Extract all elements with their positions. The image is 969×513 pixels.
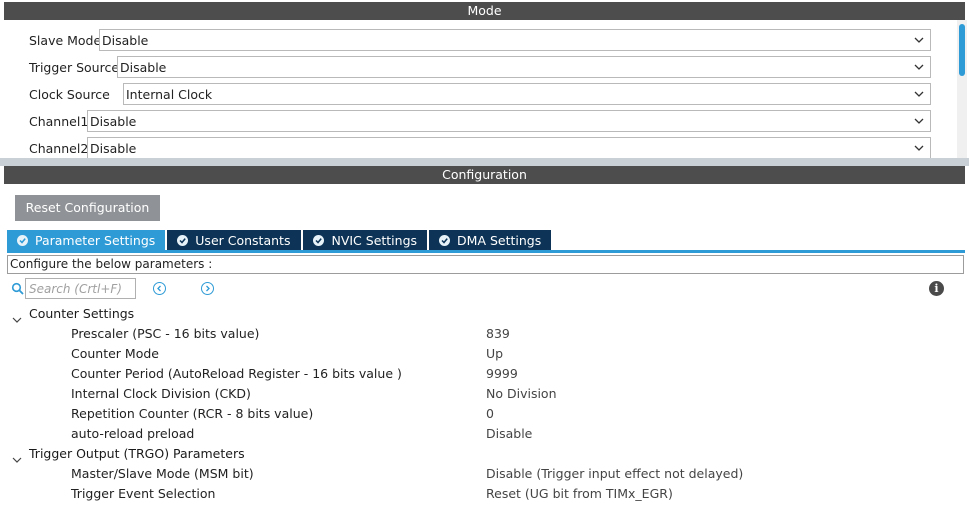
search-icon[interactable] <box>11 282 25 296</box>
tree-group-trigger-output[interactable]: Trigger Output (TRGO) Parameters <box>4 444 964 464</box>
chevron-down-icon[interactable] <box>12 450 22 463</box>
mode-row-slave-mode: Slave Mode <box>29 29 101 51</box>
arrow-right-circle-icon[interactable] <box>201 282 214 295</box>
mode-panel-title: Mode <box>4 2 965 20</box>
chevron-down-icon <box>914 144 924 152</box>
mode-scrollbar-thumb[interactable] <box>959 24 965 76</box>
reset-configuration-button[interactable]: Reset Configuration <box>15 195 160 221</box>
mode-panel: Slave Mode Disable Trigger Source Disabl… <box>4 20 957 158</box>
mode-row-channel2: Channel2 <box>29 137 88 158</box>
panel-splitter[interactable] <box>0 158 969 166</box>
slave-mode-value: Disable <box>102 32 149 48</box>
param-name: Prescaler (PSC - 16 bits value) <box>71 326 260 341</box>
param-row-repetition-counter[interactable]: Repetition Counter (RCR - 8 bits value) … <box>4 404 964 424</box>
tab-parameter-settings[interactable]: Parameter Settings <box>7 230 166 250</box>
group-label: Counter Settings <box>29 306 135 321</box>
info-icon[interactable]: i <box>929 281 944 296</box>
check-circle-icon <box>177 234 189 246</box>
tab-dma-settings-label: DMA Settings <box>457 232 542 248</box>
param-value[interactable]: No Division <box>486 384 557 404</box>
tab-user-constants[interactable]: User Constants <box>167 230 302 250</box>
param-value[interactable]: 9999 <box>486 364 518 384</box>
param-row-auto-reload-preload[interactable]: auto-reload preload Disable <box>4 424 964 444</box>
mode-row-channel1: Channel1 <box>29 110 88 132</box>
tab-nvic-settings-label: NVIC Settings <box>331 232 418 248</box>
param-name: Counter Period (AutoReload Register - 16… <box>71 366 402 381</box>
chevron-down-icon <box>914 90 924 98</box>
check-circle-icon <box>17 234 28 246</box>
configuration-panel: Reset Configuration Parameter Settings U… <box>4 184 965 513</box>
param-value[interactable]: Reset (UG bit from TIMx_EGR) <box>486 484 673 504</box>
param-name: Repetition Counter (RCR - 8 bits value) <box>71 406 314 421</box>
channel2-select[interactable]: Disable <box>87 137 931 158</box>
mode-scrollbar[interactable] <box>957 20 967 158</box>
param-name: Master/Slave Mode (MSM bit) <box>71 466 254 481</box>
slave-mode-label: Slave Mode <box>29 32 102 48</box>
channel1-label: Channel1 <box>29 113 89 129</box>
mode-row-clock-source: Clock Source <box>29 83 110 105</box>
slave-mode-select[interactable]: Disable <box>99 29 931 51</box>
tab-user-constants-label: User Constants <box>195 232 291 248</box>
chevron-down-icon[interactable] <box>12 310 22 323</box>
group-label: Trigger Output (TRGO) Parameters <box>29 446 245 461</box>
arrow-left-circle-icon[interactable] <box>153 282 166 295</box>
param-row-prescaler[interactable]: Prescaler (PSC - 16 bits value) 839 <box>4 324 964 344</box>
configure-instruction: Configure the below parameters : <box>7 255 964 274</box>
clock-source-select[interactable]: Internal Clock <box>123 83 931 105</box>
chevron-down-icon <box>914 36 924 44</box>
mode-row-trigger-source: Trigger Source <box>29 56 119 78</box>
config-tabs: Parameter Settings User Constants NVIC S… <box>7 230 553 250</box>
param-name: Counter Mode <box>71 346 159 361</box>
param-name: auto-reload preload <box>71 426 195 441</box>
tab-underline <box>7 250 965 253</box>
param-value[interactable]: Disable <box>486 424 532 444</box>
param-row-counter-period[interactable]: Counter Period (AutoReload Register - 16… <box>4 364 964 384</box>
search-input[interactable] <box>25 278 136 299</box>
tab-nvic-settings[interactable]: NVIC Settings <box>303 230 428 250</box>
trigger-source-select[interactable]: Disable <box>117 56 931 78</box>
parameter-tree: Counter Settings Prescaler (PSC - 16 bit… <box>4 304 964 504</box>
clock-source-value: Internal Clock <box>126 86 213 102</box>
channel1-select[interactable]: Disable <box>87 110 931 132</box>
param-row-master-slave-mode[interactable]: Master/Slave Mode (MSM bit) Disable (Tri… <box>4 464 964 484</box>
clock-source-label: Clock Source <box>29 86 110 102</box>
param-value[interactable]: 0 <box>486 404 494 424</box>
tab-parameter-settings-label: Parameter Settings <box>35 232 156 248</box>
chevron-down-icon <box>914 63 924 71</box>
tab-dma-settings[interactable]: DMA Settings <box>429 230 552 250</box>
param-value[interactable]: 839 <box>486 324 510 344</box>
param-name: Trigger Event Selection <box>71 486 216 501</box>
channel2-value: Disable <box>90 140 137 156</box>
param-value[interactable]: Disable (Trigger input effect not delaye… <box>486 464 743 484</box>
chevron-down-icon <box>914 117 924 125</box>
param-name: Internal Clock Division (CKD) <box>71 386 251 401</box>
check-circle-icon <box>313 234 325 246</box>
channel2-label: Channel2 <box>29 140 89 156</box>
configuration-panel-title: Configuration <box>4 166 965 184</box>
param-row-trigger-event-selection[interactable]: Trigger Event Selection Reset (UG bit fr… <box>4 484 964 504</box>
param-row-counter-mode[interactable]: Counter Mode Up <box>4 344 964 364</box>
channel1-value: Disable <box>90 113 137 129</box>
param-row-clock-division[interactable]: Internal Clock Division (CKD) No Divisio… <box>4 384 964 404</box>
check-circle-icon <box>439 234 451 246</box>
tree-group-counter-settings[interactable]: Counter Settings <box>4 304 964 324</box>
trigger-source-value: Disable <box>120 59 167 75</box>
trigger-source-label: Trigger Source <box>29 59 120 75</box>
param-value[interactable]: Up <box>486 344 503 364</box>
